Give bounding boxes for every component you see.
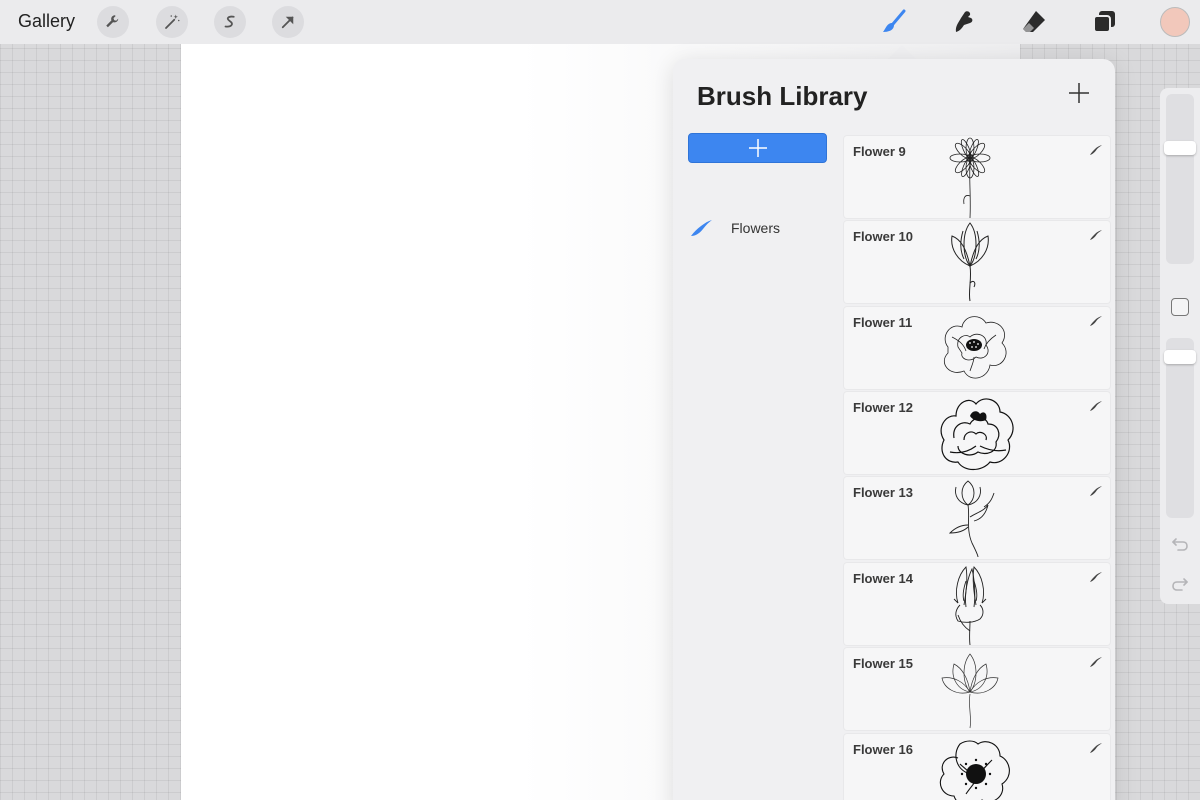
wrench-icon (106, 15, 119, 28)
brush-icon (883, 9, 906, 32)
modify-button[interactable] (1171, 298, 1189, 316)
selection-button[interactable] (214, 6, 246, 38)
opacity-slider[interactable] (1166, 338, 1194, 518)
transform-button[interactable] (272, 6, 304, 38)
brush-row[interactable]: Flower 16 (844, 734, 1110, 800)
protea-icon (953, 566, 987, 645)
brush-name: Flower 11 (853, 315, 913, 330)
brush-row[interactable]: Flower 11 (844, 307, 1110, 389)
actions-button[interactable] (97, 6, 129, 38)
selection-icon (224, 15, 235, 28)
brush-list: Flower 9 Flower 10 Flower 11 Flower 12 F… (844, 136, 1110, 800)
brush-size-thumb[interactable] (1164, 141, 1196, 155)
layers-icon (1093, 11, 1115, 33)
tulip-icon (951, 222, 989, 302)
brush-stroke-icon (1090, 230, 1102, 240)
color-picker-button[interactable] (1160, 7, 1190, 37)
brush-row[interactable]: Flower 10 (844, 221, 1110, 303)
brush-stroke-icon (1090, 657, 1102, 667)
rosebud-icon (948, 480, 995, 558)
brush-name: Flower 10 (853, 229, 913, 244)
eraser-icon (1023, 11, 1045, 32)
magic-wand-icon (165, 14, 180, 29)
layers-button[interactable] (1088, 6, 1120, 38)
undo-icon[interactable] (1170, 534, 1190, 554)
set-label: Flowers (731, 220, 781, 236)
smudge-tool-button[interactable] (948, 6, 980, 38)
plus-icon (748, 139, 767, 157)
gallery-button[interactable]: Gallery (18, 11, 75, 32)
daisy-icon (949, 137, 991, 218)
brush-row[interactable]: Flower 12 (844, 392, 1110, 474)
adjustments-button[interactable] (156, 6, 188, 38)
brush-stroke-icon (691, 220, 712, 236)
add-brush-icon[interactable] (1067, 81, 1091, 105)
peony-icon (940, 398, 1014, 471)
brush-name: Flower 14 (853, 571, 913, 586)
brush-row[interactable]: Flower 14 (844, 563, 1110, 645)
brush-row[interactable]: Flower 9 (844, 136, 1110, 218)
sidebar-item-flowers[interactable]: Flowers (689, 215, 839, 241)
eraser-tool-button[interactable] (1018, 6, 1050, 38)
brush-name: Flower 12 (853, 400, 913, 415)
brush-name: Flower 13 (853, 485, 913, 500)
smudge-icon (955, 11, 973, 32)
brush-stroke-icon (1090, 572, 1102, 582)
brush-library-panel: Brush Library Flowers Flower 9 Flower 10… (673, 59, 1115, 800)
brush-name: Flower 16 (853, 742, 913, 757)
anemone-icon (939, 740, 1010, 800)
brush-stroke-icon (1090, 316, 1102, 326)
brush-row[interactable]: Flower 15 (844, 648, 1110, 730)
sidebar-controls (1160, 88, 1200, 604)
brush-size-slider[interactable] (1166, 94, 1194, 264)
redo-icon[interactable] (1170, 574, 1190, 594)
panel-pointer (888, 45, 916, 59)
brush-row[interactable]: Flower 13 (844, 477, 1110, 559)
transform-arrow-icon (281, 16, 294, 29)
brush-tool-button[interactable] (878, 6, 910, 38)
opacity-thumb[interactable] (1164, 350, 1196, 364)
brush-stroke-icon (1090, 401, 1102, 411)
new-brush-set-button[interactable] (688, 133, 827, 163)
brush-stroke-icon (1090, 486, 1102, 496)
brush-name: Flower 9 (853, 144, 906, 159)
rose-icon (943, 316, 1007, 379)
panel-title: Brush Library (697, 81, 868, 111)
brush-name: Flower 15 (853, 656, 913, 671)
lotus-icon (941, 653, 999, 729)
brush-stroke-icon (1090, 145, 1102, 155)
brush-stroke-icon (1090, 743, 1102, 753)
top-toolbar: Gallery (0, 0, 1200, 44)
